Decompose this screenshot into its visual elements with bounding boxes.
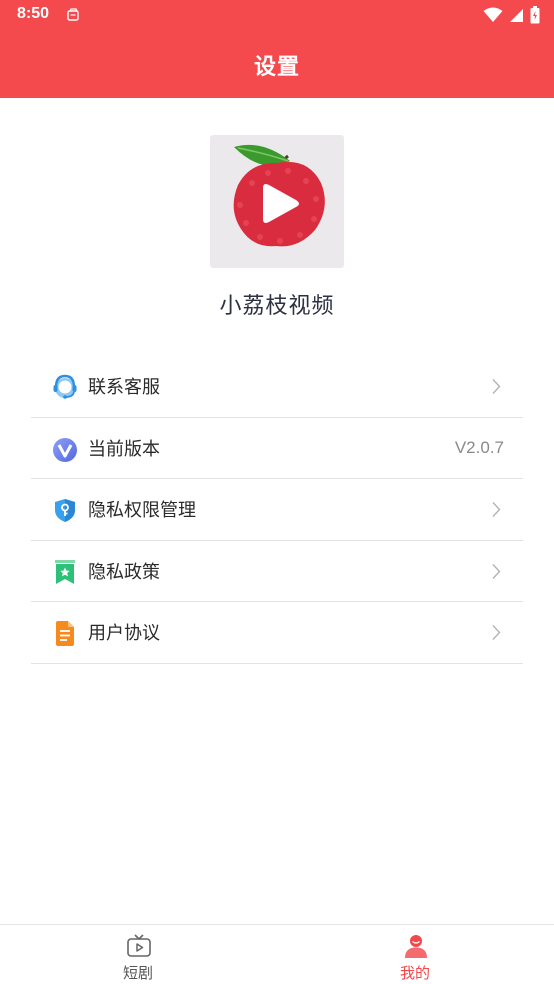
app-name: 小荔枝视频: [219, 294, 335, 319]
user-agreement-document-icon: [56, 621, 74, 646]
cellular-signal-icon: [510, 8, 523, 22]
chevron-right-icon: [492, 502, 501, 517]
bottom-nav: 短剧 我的: [0, 924, 554, 984]
header-bar: 设置: [0, 32, 554, 98]
app-logo: [210, 135, 344, 268]
tab-mine[interactable]: 我的: [355, 925, 475, 984]
user-profile-icon: [405, 935, 427, 958]
chevron-right-icon: [492, 379, 501, 394]
menu-item-privacy-policy[interactable]: 隐私政策: [31, 541, 523, 602]
privacy-policy-bookmark-icon: [55, 559, 75, 584]
menu-item-label: 隐私权限管理: [88, 500, 196, 522]
menu-item-customer-service[interactable]: 联系客服: [31, 356, 523, 418]
version-icon: [53, 437, 77, 462]
menu-item-privacy-permissions[interactable]: 隐私权限管理: [31, 479, 523, 541]
settings-menu: 联系客服 当前版本 V2.0.7 隐私权限管理 隐私政策 用户协议: [31, 356, 523, 664]
battery-icon: [530, 6, 540, 24]
tv-play-icon: [127, 934, 151, 957]
status-bar: 8:50: [0, 0, 554, 32]
menu-item-current-version[interactable]: 当前版本 V2.0.7: [31, 418, 523, 479]
menu-item-label: 当前版本: [88, 438, 160, 460]
chevron-right-icon: [492, 563, 501, 579]
tab-label: 短剧: [122, 964, 153, 982]
version-number: V2.0.7: [454, 437, 504, 457]
chevron-right-icon: [492, 625, 501, 640]
menu-item-label: 联系客服: [88, 377, 160, 399]
menu-item-user-agreement[interactable]: 用户协议: [31, 602, 523, 664]
menu-item-label: 隐私政策: [88, 561, 160, 583]
menu-item-label: 用户协议: [88, 623, 160, 645]
privacy-shield-icon: [55, 499, 75, 522]
tab-label: 我的: [399, 964, 430, 982]
customer-service-icon: [53, 374, 77, 399]
lychee-play-logo-icon: [233, 144, 325, 247]
page-title: 设置: [253, 55, 300, 80]
tab-short-drama[interactable]: 短剧: [78, 925, 198, 984]
wifi-icon: [483, 7, 503, 22]
status-time: 8:50: [17, 5, 50, 22]
notification-icon: [67, 8, 79, 21]
